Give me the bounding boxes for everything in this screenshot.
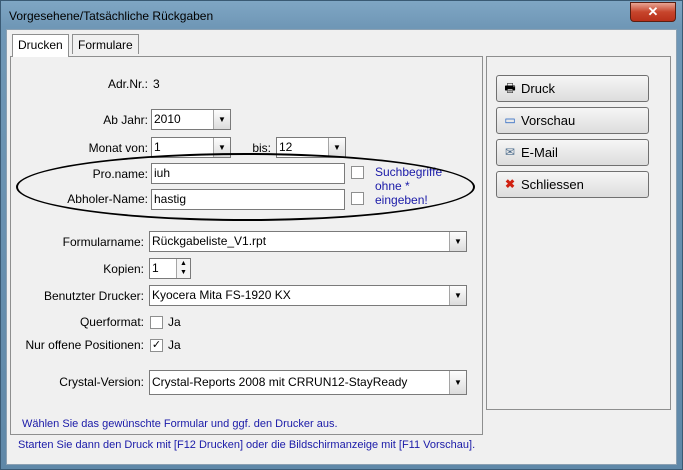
envelope-icon: ✉: [504, 145, 516, 159]
monat-von-select[interactable]: 1 ▼: [151, 137, 231, 158]
dialog-client: Drucken Formulare Adr.Nr.: 3 Ab Jahr: 20…: [6, 29, 677, 465]
chevron-down-icon[interactable]: ▼: [449, 286, 466, 305]
crystal-value: Crystal-Reports 2008 mit CRRUN12-StayRea…: [152, 375, 408, 389]
title-bar[interactable]: Vorgesehene/Tatsächliche Rückgaben ✕: [1, 1, 682, 29]
druck-button[interactable]: 🖶 Druck: [496, 75, 649, 102]
querformat-checkbox[interactable]: [150, 316, 163, 329]
monat-von-value: 1: [154, 140, 161, 154]
checkmark-icon: ✓: [151, 339, 162, 351]
querformat-text: Ja: [168, 315, 181, 329]
schliessen-label: Schliessen: [521, 177, 584, 192]
chevron-up-icon[interactable]: ▲: [177, 259, 190, 268]
kopien-value: 1: [152, 261, 159, 275]
close-button[interactable]: ✕: [630, 2, 676, 22]
abholer-checkbox[interactable]: [351, 192, 364, 205]
close-x-icon: ✖: [504, 177, 516, 191]
ab-jahr-value: 2010: [154, 112, 181, 126]
chevron-down-icon[interactable]: ▼: [177, 268, 190, 277]
chevron-down-icon[interactable]: ▼: [328, 138, 345, 157]
chevron-down-icon[interactable]: ▼: [213, 138, 230, 157]
crystal-label: Crystal-Version:: [59, 375, 144, 389]
hint-line: eingeben!: [375, 193, 428, 207]
window-title: Vorgesehene/Tatsächliche Rückgaben: [9, 9, 214, 23]
adr-value: 3: [153, 77, 160, 91]
email-button[interactable]: ✉ E-Mail: [496, 139, 649, 166]
email-label: E-Mail: [521, 145, 558, 160]
drucker-select[interactable]: Kyocera Mita FS-1920 KX ▼: [149, 285, 467, 306]
vorschau-button[interactable]: ▭ Vorschau: [496, 107, 649, 134]
druck-label: Druck: [521, 81, 555, 96]
bis-select[interactable]: 12 ▼: [276, 137, 346, 158]
hint-start-print: Starten Sie dann den Druck mit [F12 Druc…: [18, 439, 476, 451]
schliessen-button[interactable]: ✖ Schliessen: [496, 171, 649, 198]
crystal-select[interactable]: Crystal-Reports 2008 mit CRRUN12-StayRea…: [149, 370, 467, 395]
formularname-label: Formularname:: [62, 235, 144, 249]
kopien-label: Kopien:: [103, 262, 144, 276]
drucker-label: Benutzter Drucker:: [43, 289, 144, 303]
hint-line: ohne *: [375, 179, 410, 193]
offene-label: Nur offene Positionen:: [25, 338, 144, 352]
print-panel: Adr.Nr.: 3 Ab Jahr: 2010 ▼ Monat von: 1 …: [10, 56, 483, 435]
bis-value: 12: [279, 140, 293, 154]
abholer-label: Abholer-Name:: [67, 192, 148, 206]
window: Vorgesehene/Tatsächliche Rückgaben ✕ Dru…: [0, 0, 683, 470]
bis-label: bis:: [252, 141, 271, 155]
hint-line: Suchbegriffe: [375, 165, 443, 179]
chevron-down-icon[interactable]: ▼: [449, 232, 466, 251]
kopien-stepper[interactable]: 1 ▲ ▼: [149, 258, 191, 279]
hint-select-form: Wählen Sie das gewünschte Formular und g…: [22, 418, 338, 430]
suchbegriffe-hint: Suchbegriffe ohne * eingeben!: [375, 165, 442, 207]
formularname-select[interactable]: Rückgabeliste_V1.rpt ▼: [149, 231, 467, 252]
chevron-down-icon[interactable]: ▼: [449, 371, 466, 394]
proname-checkbox[interactable]: [351, 166, 364, 179]
tab-formulare[interactable]: Formulare: [72, 34, 139, 54]
close-icon: ✕: [647, 4, 659, 19]
proname-label: Pro.name:: [92, 167, 148, 181]
abholer-input[interactable]: hastig: [151, 189, 345, 210]
tab-drucken[interactable]: Drucken: [12, 34, 69, 57]
spinner[interactable]: ▲ ▼: [176, 259, 190, 278]
chevron-down-icon[interactable]: ▼: [213, 110, 230, 129]
printer-icon: 🖶: [504, 81, 516, 95]
proname-input[interactable]: iuh: [151, 163, 345, 184]
monat-von-label: Monat von:: [88, 141, 148, 155]
drucker-value: Kyocera Mita FS-1920 KX: [152, 288, 291, 302]
formularname-value: Rückgabeliste_V1.rpt: [152, 234, 267, 248]
monitor-icon: ▭: [504, 113, 516, 127]
querformat-label: Querformat:: [79, 315, 144, 329]
ab-jahr-label: Ab Jahr:: [103, 113, 148, 127]
action-panel: 🖶 Druck ▭ Vorschau ✉ E-Mail ✖ Schliessen: [486, 56, 671, 410]
adr-label: Adr.Nr.:: [107, 77, 148, 91]
offene-text: Ja: [168, 338, 181, 352]
ab-jahr-select[interactable]: 2010 ▼: [151, 109, 231, 130]
offene-checkbox[interactable]: ✓: [150, 339, 163, 352]
vorschau-label: Vorschau: [521, 113, 576, 128]
